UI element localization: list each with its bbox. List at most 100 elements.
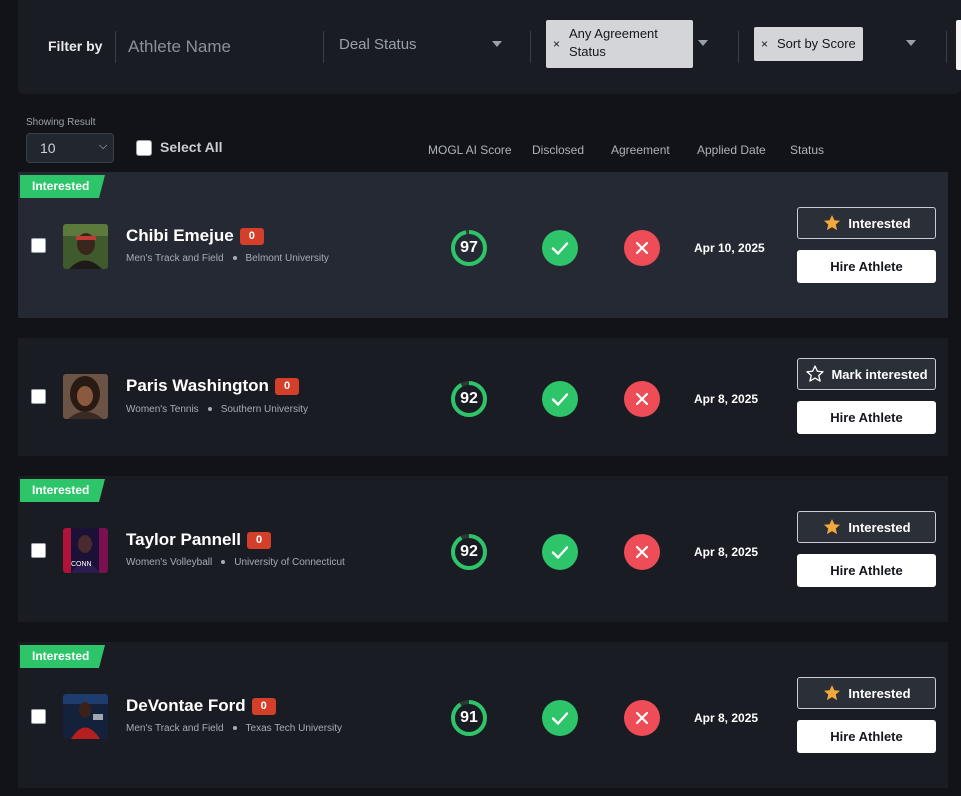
athlete-sport: Men's Track and Field	[126, 723, 224, 734]
deal-status-label: Deal Status	[339, 36, 417, 53]
athlete-school: Texas Tech University	[245, 723, 343, 734]
athlete-name-line: Chibi Emejue 0	[126, 226, 264, 246]
athlete-name-search-input[interactable]	[128, 32, 318, 62]
interested-button[interactable]: Interested	[797, 677, 936, 709]
hire-athlete-button[interactable]: Hire Athlete	[797, 250, 936, 283]
applied-date: Apr 8, 2025	[694, 392, 759, 406]
row-checkbox[interactable]	[31, 389, 46, 404]
divider	[530, 31, 531, 63]
filter-label: Filter by	[48, 38, 103, 54]
athlete-row: Interested Chibi Emejue 0 Men's Track an…	[18, 172, 948, 318]
action-button-edge[interactable]	[956, 20, 961, 70]
chevron-down-icon	[492, 41, 502, 47]
deal-status-dropdown[interactable]: Deal Status	[328, 28, 508, 64]
select-all-checkbox[interactable]	[136, 140, 152, 156]
athlete-school: Belmont University	[245, 253, 329, 264]
svg-text:CONN: CONN	[71, 561, 92, 568]
column-header-disclosed: Disclosed	[532, 143, 585, 157]
athlete-row: Paris Washington 0 Women's Tennis Souther…	[18, 338, 948, 456]
athlete-meta: Men's Track and Field Belmont University	[126, 253, 329, 264]
row-checkbox[interactable]	[31, 709, 46, 724]
chevron-down-icon: ⌵	[99, 140, 108, 152]
applied-date: Apr 8, 2025	[694, 711, 759, 725]
page-size-select[interactable]: 10 ⌵	[26, 133, 114, 163]
athlete-sport: Women's Volleyball	[126, 557, 213, 568]
interested-tag: Interested	[20, 645, 106, 668]
avatar[interactable]	[63, 224, 108, 269]
interested-tag: Interested	[20, 175, 106, 198]
agreement-x-icon	[624, 381, 660, 417]
athlete-row: Interested CONN Taylor Pannell 0 Women's…	[18, 476, 948, 622]
disclosed-check-icon	[542, 700, 578, 736]
interested-button-label: Interested	[848, 685, 911, 701]
agreement-status-chip-label: Any Agreement Status	[569, 26, 658, 59]
agreement-x-icon	[624, 534, 660, 570]
applied-date: Apr 10, 2025	[694, 241, 765, 255]
star-filled-icon	[824, 215, 841, 231]
separator-dot	[221, 560, 226, 565]
athlete-meta: Women's Tennis Southern University	[126, 404, 308, 415]
athlete-applicants-page: Filter by Deal Status × Any Agreement St…	[0, 0, 961, 796]
agreement-status-chip[interactable]: × Any Agreement Status	[546, 20, 693, 68]
ai-score-ring: 92	[450, 380, 488, 418]
hire-athlete-button[interactable]: Hire Athlete	[797, 401, 936, 434]
ai-score-value: 92	[460, 390, 478, 407]
disclosed-check-icon	[542, 230, 578, 266]
agreement-x-icon	[624, 700, 660, 736]
divider	[946, 31, 947, 63]
column-header-status: Status	[790, 143, 825, 157]
athlete-name-line: Paris Washington 0	[126, 376, 300, 396]
athlete-name[interactable]: Chibi Emejue	[126, 226, 234, 246]
chevron-down-icon[interactable]	[906, 40, 916, 46]
hire-athlete-button[interactable]: Hire Athlete	[797, 720, 936, 753]
remove-chip-icon[interactable]: ×	[761, 35, 768, 53]
athlete-name-line: Taylor Pannell 0	[126, 530, 272, 550]
hire-athlete-button[interactable]: Hire Athlete	[797, 554, 936, 587]
divider	[323, 31, 324, 63]
athlete-name-line: DeVontae Ford 0	[126, 696, 276, 716]
divider	[115, 31, 116, 63]
ai-score-ring: 97	[450, 229, 488, 267]
divider	[738, 31, 739, 63]
mark-interested-button[interactable]: Mark interested	[797, 358, 936, 390]
athlete-name[interactable]: DeVontae Ford	[126, 696, 246, 716]
athlete-name[interactable]: Paris Washington	[126, 376, 269, 396]
chevron-down-icon[interactable]	[698, 40, 708, 46]
ai-score-value: 92	[460, 543, 478, 560]
athlete-sport: Women's Tennis	[126, 404, 199, 415]
page-size-value: 10	[40, 140, 56, 156]
deal-count-badge: 0	[246, 531, 272, 549]
sort-by-chip[interactable]: × Sort by Score	[754, 27, 863, 61]
column-header-agreement: Agreement	[611, 143, 670, 157]
row-checkbox[interactable]	[31, 238, 46, 253]
deal-count-badge: 0	[251, 697, 276, 715]
athlete-row: Interested DeVontae Ford 0 Men's Track a…	[18, 642, 948, 788]
deal-count-badge: 0	[239, 227, 264, 245]
interested-button-label: Interested	[848, 519, 911, 535]
applied-date: Apr 8, 2025	[694, 545, 759, 559]
ai-score-ring: 92	[450, 533, 488, 571]
ai-score-value: 91	[460, 709, 478, 726]
star-filled-icon	[824, 519, 841, 535]
showing-result-label: Showing Result	[26, 117, 96, 128]
ai-score-value: 97	[460, 239, 478, 256]
separator-dot	[232, 256, 237, 261]
avatar[interactable]	[63, 694, 108, 739]
ai-score-ring: 91	[450, 699, 488, 737]
disclosed-check-icon	[542, 534, 578, 570]
athlete-name[interactable]: Taylor Pannell	[126, 530, 241, 550]
avatar[interactable]	[63, 374, 108, 419]
avatar[interactable]: CONN	[63, 528, 108, 573]
row-checkbox[interactable]	[31, 543, 46, 558]
interested-button[interactable]: Interested	[797, 511, 936, 543]
interested-button[interactable]: Interested	[797, 207, 936, 239]
remove-chip-icon[interactable]: ×	[553, 35, 560, 53]
sort-by-chip-label: Sort by Score	[777, 36, 856, 51]
athlete-sport: Men's Track and Field	[126, 253, 224, 264]
interested-tag: Interested	[20, 479, 106, 502]
star-outline-icon	[806, 365, 825, 382]
agreement-x-icon	[624, 230, 660, 266]
select-all-label[interactable]: Select All	[160, 139, 223, 155]
athlete-meta: Women's Volleyball University of Connecti…	[126, 557, 345, 568]
filter-bar: Filter by Deal Status × Any Agreement St…	[18, 0, 961, 94]
